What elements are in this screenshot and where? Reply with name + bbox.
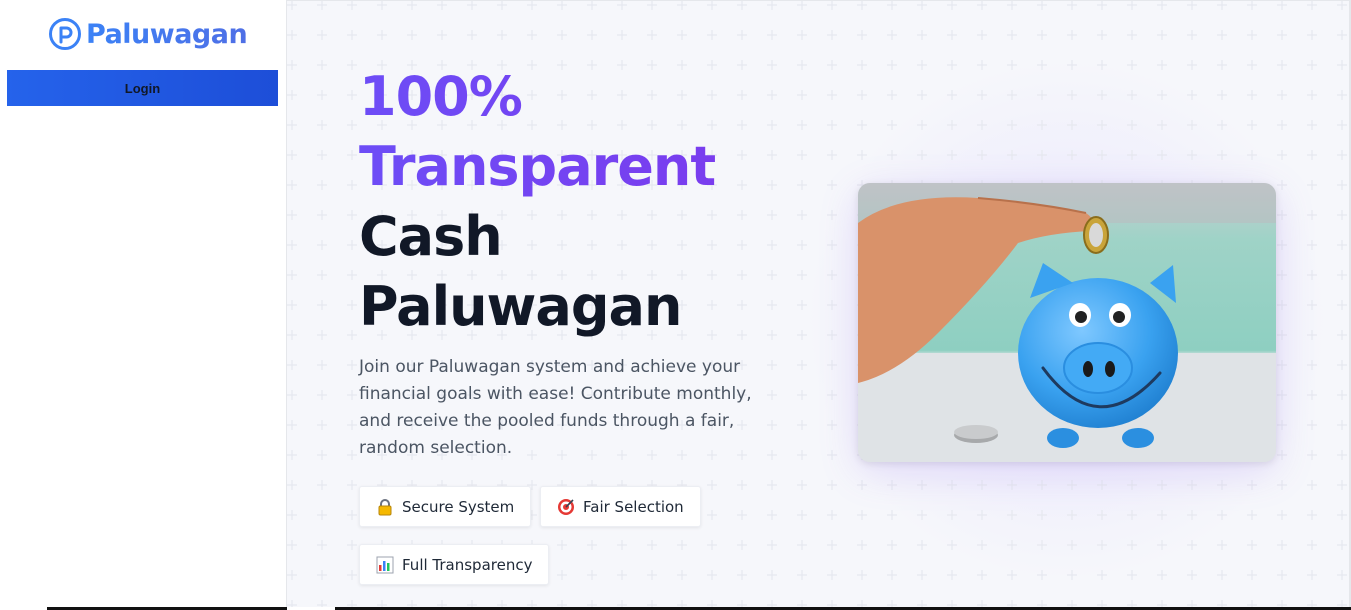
title-line-2: Transparent [359, 132, 779, 202]
brand-logo[interactable]: Paluwagan [48, 16, 248, 52]
top-divider [287, 0, 1351, 1]
login-button[interactable]: Login [7, 70, 278, 106]
hero-section: 100% Transparent Cash Paluwagan Join our… [287, 0, 1351, 610]
feature-label: Secure System [402, 497, 515, 516]
title-line-4: Paluwagan [359, 275, 682, 338]
feature-secure-system[interactable]: Secure System [359, 486, 532, 527]
hero-description: Join our Paluwagan system and achieve yo… [359, 357, 752, 458]
piggy-bank-photo [858, 183, 1276, 462]
feature-label: Full Transparency [402, 555, 533, 574]
feature-full-transparency[interactable]: Full Transparency [359, 544, 550, 585]
brand-name: Paluwagan [86, 18, 248, 50]
bar-chart-icon [376, 556, 394, 573]
lock-icon [378, 498, 392, 515]
hero-title: 100% Transparent Cash Paluwagan [359, 62, 779, 342]
title-line-1: 100% [359, 62, 779, 132]
sidebar: Paluwagan Login [0, 0, 287, 610]
paluwagan-logo-icon [49, 18, 81, 50]
target-icon [558, 498, 574, 515]
feature-fair-selection[interactable]: Fair Selection [540, 486, 701, 527]
feature-label: Fair Selection [583, 497, 684, 516]
title-line-3: Cash [359, 205, 503, 268]
